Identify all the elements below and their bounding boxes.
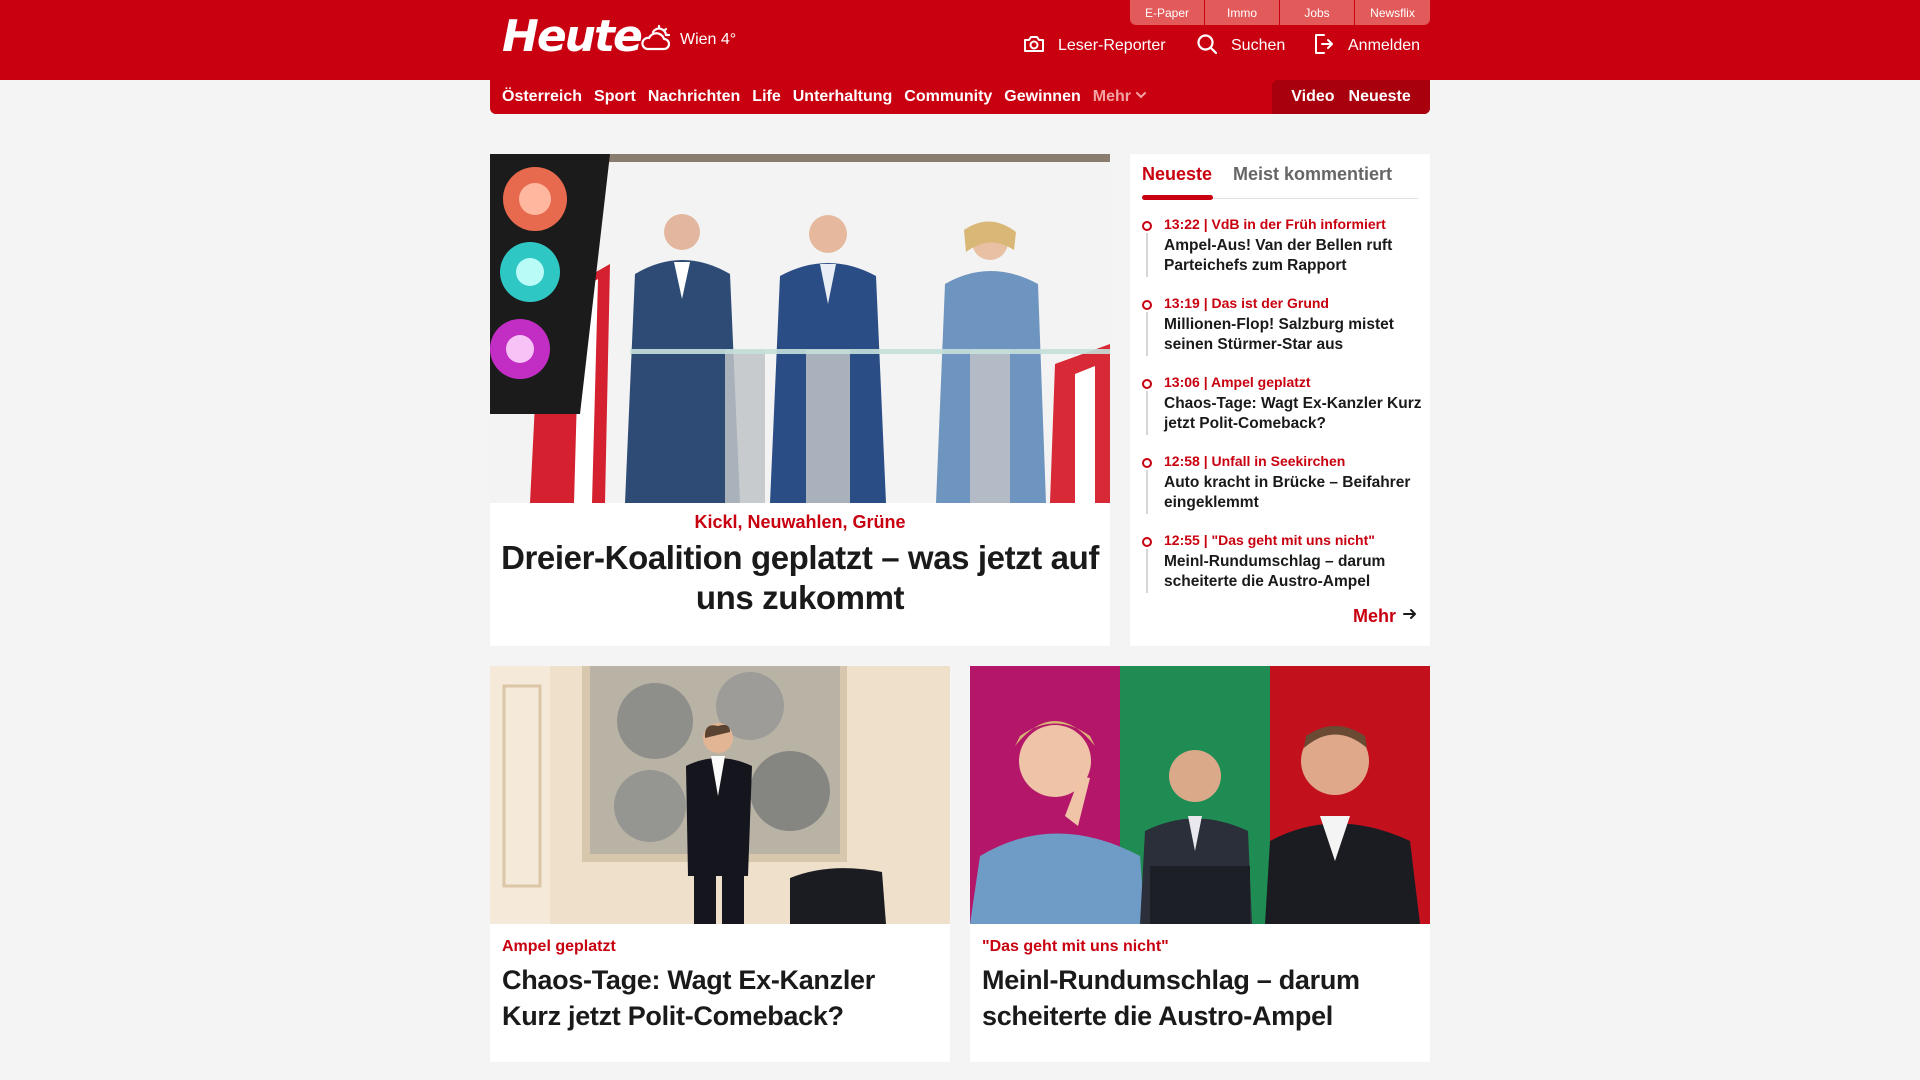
login-icon	[1312, 32, 1336, 61]
article-kicker: "Das geht mit uns nicht"	[982, 938, 1169, 955]
nav-item-life[interactable]: Life	[752, 88, 780, 106]
search-button[interactable]: Suchen	[1195, 30, 1285, 62]
service-tab-immo[interactable]: Immo	[1205, 0, 1280, 25]
hero-headline[interactable]: Dreier-Koalition geplatzt – was jetzt au…	[490, 538, 1110, 618]
timeline-meta: 13:19 | Das ist der Grund	[1164, 295, 1329, 311]
article-card[interactable]: Ampel geplatzt Chaos-Tage: Wagt Ex-Kanzl…	[490, 666, 950, 1062]
search-icon	[1195, 32, 1219, 61]
hero-photo[interactable]	[490, 154, 1110, 503]
timeline-title[interactable]: Chaos-Tage: Wagt Ex-Kanzler Kurz jetzt P…	[1164, 394, 1422, 434]
nav-item-oesterreich[interactable]: Österreich	[502, 88, 582, 106]
weather-cloud-sun-icon	[638, 23, 672, 58]
nav-right-group: Video Neueste	[1272, 80, 1430, 114]
timeline-meta: 13:06 | Ampel geplatzt	[1164, 374, 1311, 390]
article-headline[interactable]: Meinl-Rundumschlag – darum scheiterte di…	[982, 962, 1418, 1034]
timeline-dot	[1142, 300, 1152, 310]
timeline-dot	[1142, 379, 1152, 389]
hero-article[interactable]: Kickl, Neuwahlen, Grüne Dreier-Koalition…	[490, 154, 1110, 646]
nav-item-nachrichten[interactable]: Nachrichten	[648, 88, 740, 106]
timeline-meta: 12:58 | Unfall in Seekirchen	[1164, 453, 1346, 469]
article-photo[interactable]	[490, 666, 950, 924]
article-photo[interactable]	[970, 666, 1430, 924]
article-card[interactable]: "Das geht mit uns nicht" Meinl-Rundumsch…	[970, 666, 1430, 1062]
service-tab-epaper[interactable]: E-Paper	[1130, 0, 1205, 25]
service-tab-jobs[interactable]: Jobs	[1280, 0, 1355, 25]
nav-more-label: Mehr	[1092, 88, 1131, 105]
login-label: Anmelden	[1348, 37, 1421, 54]
tab-neueste[interactable]: Neueste	[1142, 164, 1212, 185]
nav-item-gewinnen[interactable]: Gewinnen	[1004, 88, 1080, 106]
timeline-line	[1146, 233, 1148, 277]
nav-item-unterhaltung[interactable]: Unterhaltung	[793, 88, 893, 106]
service-tabs: E-Paper Immo Jobs Newsflix	[1130, 0, 1430, 25]
timeline-meta: 12:55 | "Das geht mit uns nicht"	[1164, 532, 1375, 548]
timeline-title[interactable]: Ampel-Aus! Van der Bellen ruft Parteiche…	[1164, 236, 1422, 276]
service-tab-newsflix[interactable]: Newsflix	[1355, 0, 1430, 25]
nav-more-dropdown[interactable]: Mehr	[1093, 88, 1147, 106]
timeline-dot	[1142, 221, 1152, 231]
timeline-title[interactable]: Auto kracht in Brücke – Beifahrer eingek…	[1164, 473, 1422, 513]
article-kicker: Ampel geplatzt	[502, 938, 616, 955]
timeline-line	[1146, 312, 1148, 356]
nav-item-sport[interactable]: Sport	[594, 88, 636, 106]
nav-item-video[interactable]: Video	[1291, 88, 1334, 106]
timeline-line	[1146, 549, 1148, 593]
site-header: Heute Wien 4° E-Paper Immo Jobs Newsflix…	[0, 0, 1920, 80]
latest-tabs: Neueste Meist kommentiert	[1142, 154, 1418, 200]
timeline-meta: 13:22 | VdB in der Früh informiert	[1164, 216, 1386, 232]
timeline-title[interactable]: Meinl-Rundumschlag – darum scheiterte di…	[1164, 552, 1422, 592]
nav-item-community[interactable]: Community	[904, 88, 992, 106]
timeline-title[interactable]: Millionen-Flop! Salzburg mistet seinen S…	[1164, 315, 1422, 355]
timeline-dot	[1142, 537, 1152, 547]
latest-more-label: Mehr	[1352, 606, 1396, 626]
chevron-down-icon	[1135, 88, 1147, 106]
camera-icon	[1022, 32, 1046, 61]
nav-item-neueste[interactable]: Neueste	[1349, 88, 1411, 106]
login-button[interactable]: Anmelden	[1312, 30, 1420, 62]
timeline-line	[1146, 470, 1148, 514]
article-headline[interactable]: Chaos-Tage: Wagt Ex-Kanzler Kurz jetzt P…	[502, 962, 938, 1034]
timeline-line	[1146, 391, 1148, 435]
active-tab-indicator	[1142, 195, 1213, 200]
leser-reporter-button[interactable]: Leser-Reporter	[1022, 30, 1166, 62]
search-label: Suchen	[1231, 37, 1286, 54]
tab-meist-kommentiert[interactable]: Meist kommentiert	[1233, 164, 1392, 185]
leser-reporter-label: Leser-Reporter	[1058, 37, 1166, 54]
weather-widget[interactable]: Wien 4°	[638, 24, 736, 56]
arrow-right-icon	[1402, 606, 1418, 627]
latest-more-link[interactable]: Mehr	[1353, 606, 1418, 627]
heute-logo[interactable]: Heute	[502, 12, 643, 62]
hero-kicker: Kickl, Neuwahlen, Grüne	[694, 512, 906, 532]
main-navigation: Österreich Sport Nachrichten Life Unterh…	[490, 80, 1430, 114]
latest-news-panel: Neueste Meist kommentiert 13:22 | VdB in…	[1130, 154, 1430, 646]
timeline-dot	[1142, 458, 1152, 468]
weather-label: Wien 4°	[680, 31, 737, 48]
